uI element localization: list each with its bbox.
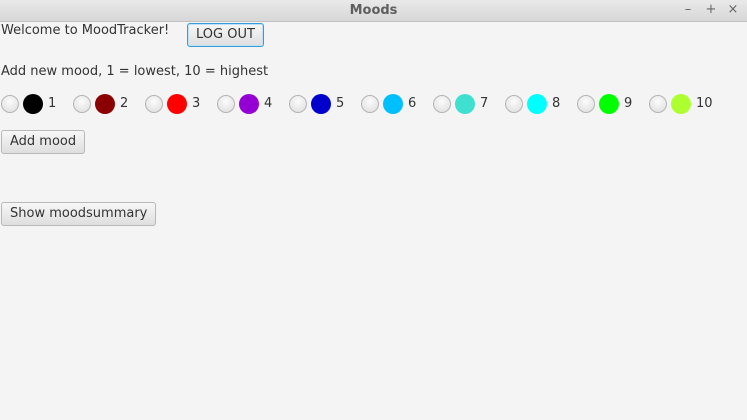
mood-radio-5[interactable] xyxy=(289,95,307,113)
mood-option-label: 10 xyxy=(696,96,713,111)
mood-color-swatch xyxy=(167,94,187,114)
mood-option-7[interactable]: 7 xyxy=(433,93,501,115)
mood-option-8[interactable]: 8 xyxy=(505,93,573,115)
mood-radio-7[interactable] xyxy=(433,95,451,113)
mood-option-1[interactable]: 1 xyxy=(1,93,69,115)
add-mood-button[interactable]: Add mood xyxy=(1,130,86,154)
mood-instruction: Add new mood, 1 = lowest, 10 = highest xyxy=(1,64,269,79)
mood-color-swatch xyxy=(455,94,475,114)
window-titlebar: Moods – + × xyxy=(0,0,747,22)
mood-option-label: 9 xyxy=(624,96,633,111)
close-icon[interactable]: × xyxy=(726,3,740,17)
mood-option-label: 4 xyxy=(264,96,273,111)
mood-option-label: 3 xyxy=(192,96,201,111)
mood-color-swatch xyxy=(527,94,547,114)
mood-option-2[interactable]: 2 xyxy=(73,93,141,115)
mood-color-swatch xyxy=(239,94,259,114)
mood-color-swatch xyxy=(671,94,691,114)
mood-option-label: 1 xyxy=(48,96,57,111)
maximize-icon[interactable]: + xyxy=(704,3,718,17)
window-title: Moods xyxy=(349,3,398,18)
logout-button[interactable]: LOG OUT xyxy=(187,23,264,47)
mood-option-label: 5 xyxy=(336,96,345,111)
mood-option-label: 2 xyxy=(120,96,129,111)
mood-option-9[interactable]: 9 xyxy=(577,93,645,115)
mood-option-label: 6 xyxy=(408,96,417,111)
mood-color-swatch xyxy=(599,94,619,114)
mood-radio-1[interactable] xyxy=(1,95,19,113)
mood-option-3[interactable]: 3 xyxy=(145,93,213,115)
welcome-text: Welcome to MoodTracker! xyxy=(1,23,170,38)
mood-radio-10[interactable] xyxy=(649,95,667,113)
mood-option-10[interactable]: 10 xyxy=(649,93,717,115)
mood-radio-3[interactable] xyxy=(145,95,163,113)
mood-option-6[interactable]: 6 xyxy=(361,93,429,115)
mood-color-swatch xyxy=(311,94,331,114)
mood-radio-6[interactable] xyxy=(361,95,379,113)
show-moodsummary-button[interactable]: Show moodsummary xyxy=(1,202,157,226)
mood-color-swatch xyxy=(23,94,43,114)
mood-radio-9[interactable] xyxy=(577,95,595,113)
minimize-icon[interactable]: – xyxy=(681,3,695,17)
mood-option-4[interactable]: 4 xyxy=(217,93,285,115)
mood-radio-8[interactable] xyxy=(505,95,523,113)
mood-radio-4[interactable] xyxy=(217,95,235,113)
mood-option-5[interactable]: 5 xyxy=(289,93,357,115)
mood-color-swatch xyxy=(383,94,403,114)
mood-option-label: 8 xyxy=(552,96,561,111)
mood-radio-2[interactable] xyxy=(73,95,91,113)
mood-color-swatch xyxy=(95,94,115,114)
mood-option-label: 7 xyxy=(480,96,489,111)
